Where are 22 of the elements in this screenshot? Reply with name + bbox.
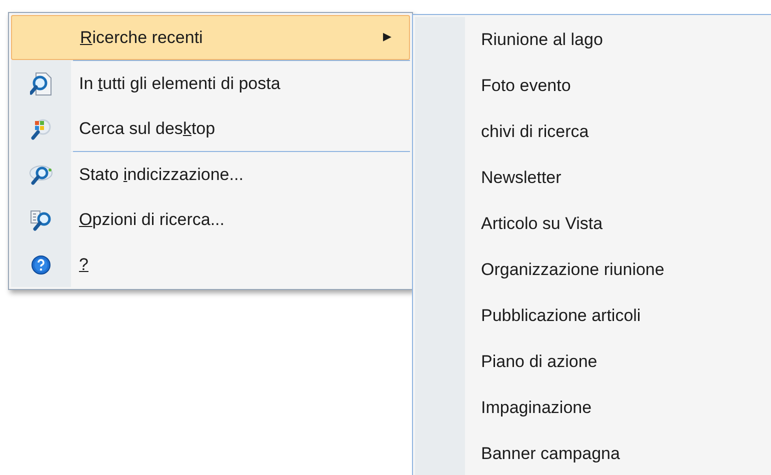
submenu-item[interactable]: Newsletter: [415, 155, 771, 201]
submenu-item[interactable]: Riunione al lago: [415, 17, 771, 63]
document-search-icon: [30, 72, 52, 96]
menu-item[interactable]: In tutti gli elementi di posta: [11, 61, 410, 106]
magnifier-icon: [30, 118, 52, 140]
options-search-icon: [30, 208, 52, 230]
submenu-item[interactable]: Impaginazione: [415, 385, 771, 431]
menu-item[interactable]: ?: [11, 242, 410, 287]
help-icon: [31, 254, 51, 274]
menu-item[interactable]: Cerca sul desktop: [11, 106, 410, 151]
submenu-item[interactable]: Pubblicazione articoli: [415, 293, 771, 339]
submenu-item[interactable]: Foto evento: [415, 63, 771, 109]
submenu-item[interactable]: Ricerche recenti ▶: [11, 15, 410, 60]
submenu-item[interactable]: Piano di azione: [415, 339, 771, 385]
submenu-item[interactable]: Banner campagna: [415, 431, 771, 475]
submenu-item[interactable]: Articolo su Vista: [415, 201, 771, 247]
arrow-icon: ▶: [383, 29, 391, 46]
submenu-item[interactable]: Organizzazione riunione: [415, 247, 771, 293]
menu-item[interactable]: Opzioni di ricerca...: [11, 197, 410, 242]
submenu-item[interactable]: chivi di ricerca: [415, 109, 771, 155]
magnifier-icon: [29, 164, 53, 186]
menu-item[interactable]: Stato indicizzazione...: [11, 152, 410, 197]
